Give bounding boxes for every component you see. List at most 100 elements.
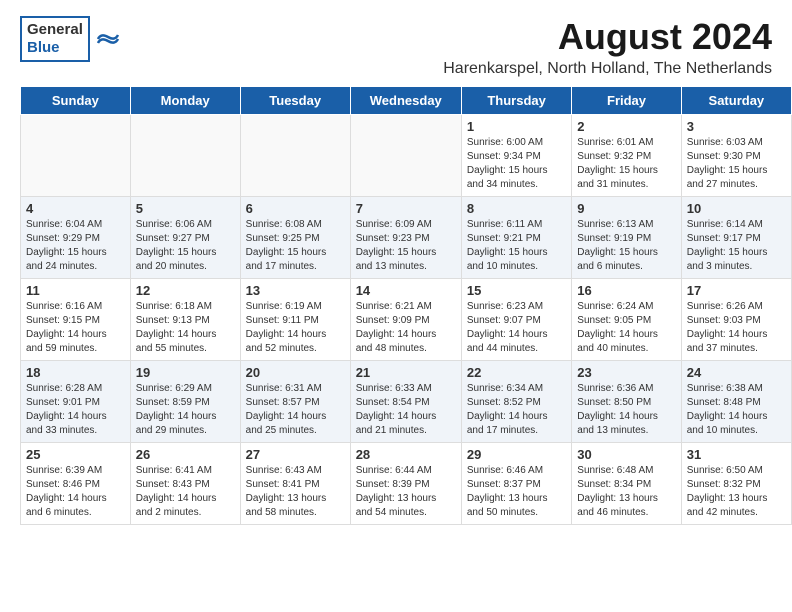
day-number: 6 <box>246 201 345 216</box>
day-cell: 8 Sunrise: 6:11 AM Sunset: 9:21 PM Daylig… <box>461 197 571 279</box>
day-cell: 20Sunrise: 6:31 AM Sunset: 8:57 PM Dayli… <box>240 361 350 443</box>
day-info: Sunrise: 6:01 AM Sunset: 9:32 PM Dayligh… <box>577 136 675 192</box>
day-number: 17 <box>687 283 786 298</box>
day-cell: 31Sunrise: 6:50 AM Sunset: 8:32 PM Dayli… <box>681 443 791 525</box>
day-info: Sunrise: 6:28 AM Sunset: 9:01 PM Dayligh… <box>26 382 125 438</box>
day-info: Sunrise: 6:29 AM Sunset: 8:59 PM Dayligh… <box>136 382 235 438</box>
day-cell: 9 Sunrise: 6:13 AM Sunset: 9:19 PM Daylig… <box>572 197 681 279</box>
day-number: 22 <box>467 365 566 380</box>
day-number: 2 <box>577 119 675 134</box>
day-number: 16 <box>577 283 675 298</box>
logo-box: General Blue <box>20 16 90 62</box>
day-cell: 27 Sunrise: 6:43 AM Sunset: 8:41 PM Dayli… <box>240 443 350 525</box>
page-container: General Blue August 2024 Harenkarspel, N… <box>0 0 792 535</box>
day-info: Sunrise: 6:38 AM Sunset: 8:48 PM Dayligh… <box>687 382 786 438</box>
weekday-header-sunday: Sunday <box>21 87 131 115</box>
day-cell: 26Sunrise: 6:41 AM Sunset: 8:43 PM Dayli… <box>130 443 240 525</box>
day-number: 25 <box>26 447 125 462</box>
day-number: 12 <box>136 283 235 298</box>
day-number: 11 <box>26 283 125 298</box>
day-info: Sunrise: 6:16 AM Sunset: 9:15 PM Dayligh… <box>26 300 125 356</box>
day-cell <box>350 115 461 197</box>
day-info: Sunrise: 6:34 AM Sunset: 8:52 PM Dayligh… <box>467 382 566 438</box>
day-info: Sunrise: 6:14 AM Sunset: 9:17 PM Dayligh… <box>687 218 786 274</box>
weekday-header-thursday: Thursday <box>461 87 571 115</box>
day-cell: 22 Sunrise: 6:34 AM Sunset: 8:52 PM Dayli… <box>461 361 571 443</box>
day-number: 10 <box>687 201 786 216</box>
day-info: Sunrise: 6:21 AM Sunset: 9:09 PM Dayligh… <box>356 300 456 356</box>
day-cell: 16 Sunrise: 6:24 AM Sunset: 9:05 PM Dayli… <box>572 279 681 361</box>
logo-blue-text: Blue <box>27 39 60 56</box>
day-info: Sunrise: 6:46 AM Sunset: 8:37 PM Dayligh… <box>467 464 566 520</box>
day-cell: 29 Sunrise: 6:46 AM Sunset: 8:37 PM Dayli… <box>461 443 571 525</box>
day-cell: 5Sunrise: 6:06 AM Sunset: 9:27 PM Daylig… <box>130 197 240 279</box>
day-number: 9 <box>577 201 675 216</box>
day-cell: 11 Sunrise: 6:16 AM Sunset: 9:15 PM Dayli… <box>21 279 131 361</box>
calendar-week-row: 18Sunrise: 6:28 AM Sunset: 9:01 PM Dayli… <box>21 361 792 443</box>
day-cell: 21 Sunrise: 6:33 AM Sunset: 8:54 PM Dayli… <box>350 361 461 443</box>
day-cell <box>130 115 240 197</box>
day-cell: 30Sunrise: 6:48 AM Sunset: 8:34 PM Dayli… <box>572 443 681 525</box>
day-info: Sunrise: 6:26 AM Sunset: 9:03 PM Dayligh… <box>687 300 786 356</box>
calendar-week-row: 25Sunrise: 6:39 AM Sunset: 8:46 PM Dayli… <box>21 443 792 525</box>
day-cell <box>21 115 131 197</box>
calendar-week-row: 1Sunrise: 6:00 AM Sunset: 9:34 PM Daylig… <box>21 115 792 197</box>
logo-wave-icon <box>94 25 122 53</box>
day-number: 29 <box>467 447 566 462</box>
day-cell: 25Sunrise: 6:39 AM Sunset: 8:46 PM Dayli… <box>21 443 131 525</box>
day-info: Sunrise: 6:08 AM Sunset: 9:25 PM Dayligh… <box>246 218 345 274</box>
weekday-header-wednesday: Wednesday <box>350 87 461 115</box>
day-cell: 19 Sunrise: 6:29 AM Sunset: 8:59 PM Dayli… <box>130 361 240 443</box>
day-number: 23 <box>577 365 675 380</box>
day-number: 27 <box>246 447 345 462</box>
day-number: 21 <box>356 365 456 380</box>
day-info: Sunrise: 6:09 AM Sunset: 9:23 PM Dayligh… <box>356 218 456 274</box>
day-info: Sunrise: 6:50 AM Sunset: 8:32 PM Dayligh… <box>687 464 786 520</box>
day-info: Sunrise: 6:44 AM Sunset: 8:39 PM Dayligh… <box>356 464 456 520</box>
day-cell: 28Sunrise: 6:44 AM Sunset: 8:39 PM Dayli… <box>350 443 461 525</box>
day-cell: 6 Sunrise: 6:08 AM Sunset: 9:25 PM Daylig… <box>240 197 350 279</box>
day-info: Sunrise: 6:48 AM Sunset: 8:34 PM Dayligh… <box>577 464 675 520</box>
day-cell: 4 Sunrise: 6:04 AM Sunset: 9:29 PM Daylig… <box>21 197 131 279</box>
day-info: Sunrise: 6:41 AM Sunset: 8:43 PM Dayligh… <box>136 464 235 520</box>
day-info: Sunrise: 6:18 AM Sunset: 9:13 PM Dayligh… <box>136 300 235 356</box>
day-number: 8 <box>467 201 566 216</box>
day-info: Sunrise: 6:24 AM Sunset: 9:05 PM Dayligh… <box>577 300 675 356</box>
day-info: Sunrise: 6:04 AM Sunset: 9:29 PM Dayligh… <box>26 218 125 274</box>
day-cell: 1Sunrise: 6:00 AM Sunset: 9:34 PM Daylig… <box>461 115 571 197</box>
day-number: 4 <box>26 201 125 216</box>
day-info: Sunrise: 6:13 AM Sunset: 9:19 PM Dayligh… <box>577 218 675 274</box>
day-cell: 3Sunrise: 6:03 AM Sunset: 9:30 PM Daylig… <box>681 115 791 197</box>
day-number: 7 <box>356 201 456 216</box>
day-number: 14 <box>356 283 456 298</box>
day-info: Sunrise: 6:11 AM Sunset: 9:21 PM Dayligh… <box>467 218 566 274</box>
day-info: Sunrise: 6:23 AM Sunset: 9:07 PM Dayligh… <box>467 300 566 356</box>
day-number: 19 <box>136 365 235 380</box>
day-cell: 24 Sunrise: 6:38 AM Sunset: 8:48 PM Dayli… <box>681 361 791 443</box>
day-cell: 23 Sunrise: 6:36 AM Sunset: 8:50 PM Dayli… <box>572 361 681 443</box>
weekday-header-monday: Monday <box>130 87 240 115</box>
weekday-header-row: SundayMondayTuesdayWednesdayThursdayFrid… <box>21 87 792 115</box>
title-section: August 2024 Harenkarspel, North Holland,… <box>443 16 772 78</box>
location-text: Harenkarspel, North Holland, The Netherl… <box>443 60 772 78</box>
day-info: Sunrise: 6:33 AM Sunset: 8:54 PM Dayligh… <box>356 382 456 438</box>
day-number: 24 <box>687 365 786 380</box>
weekday-header-tuesday: Tuesday <box>240 87 350 115</box>
month-year-title: August 2024 <box>443 16 772 58</box>
calendar-week-row: 11 Sunrise: 6:16 AM Sunset: 9:15 PM Dayli… <box>21 279 792 361</box>
weekday-header-saturday: Saturday <box>681 87 791 115</box>
logo-general-text: General <box>27 21 83 38</box>
day-cell: 15Sunrise: 6:23 AM Sunset: 9:07 PM Dayli… <box>461 279 571 361</box>
day-info: Sunrise: 6:31 AM Sunset: 8:57 PM Dayligh… <box>246 382 345 438</box>
day-info: Sunrise: 6:00 AM Sunset: 9:34 PM Dayligh… <box>467 136 566 192</box>
calendar-table: SundayMondayTuesdayWednesdayThursdayFrid… <box>20 86 792 525</box>
day-cell: 14 Sunrise: 6:21 AM Sunset: 9:09 PM Dayli… <box>350 279 461 361</box>
calendar-wrapper: SundayMondayTuesdayWednesdayThursdayFrid… <box>0 86 792 535</box>
logo: General Blue <box>20 16 122 62</box>
day-info: Sunrise: 6:36 AM Sunset: 8:50 PM Dayligh… <box>577 382 675 438</box>
day-number: 5 <box>136 201 235 216</box>
header: General Blue August 2024 Harenkarspel, N… <box>0 0 792 86</box>
day-cell: 18Sunrise: 6:28 AM Sunset: 9:01 PM Dayli… <box>21 361 131 443</box>
day-cell: 10 Sunrise: 6:14 AM Sunset: 9:17 PM Dayli… <box>681 197 791 279</box>
day-info: Sunrise: 6:43 AM Sunset: 8:41 PM Dayligh… <box>246 464 345 520</box>
